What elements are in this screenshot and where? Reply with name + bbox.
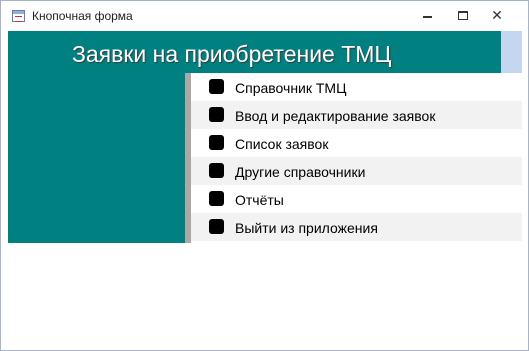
switchboard-form: Заявки на приобретение ТМЦ Справочник ТМ… <box>8 31 522 243</box>
window-title: Кнопочная форма <box>32 9 133 23</box>
menu-item-goods-catalog[interactable]: Справочник ТМЦ <box>191 73 522 101</box>
menu-button-icon[interactable] <box>209 107 224 122</box>
menu-item-label[interactable]: Ввод и редактирование заявок <box>235 108 435 124</box>
menu-item-edit-requests[interactable]: Ввод и редактирование заявок <box>191 101 522 129</box>
form-title: Заявки на приобретение ТМЦ <box>72 41 392 67</box>
form-icon <box>12 10 25 22</box>
menu-item-label[interactable]: Справочник ТМЦ <box>235 80 346 96</box>
close-icon: ✕ <box>491 8 503 24</box>
close-button[interactable]: ✕ <box>485 6 509 26</box>
menu-button-icon[interactable] <box>209 191 224 206</box>
menu-button-icon[interactable] <box>209 79 224 94</box>
menu-item-request-list[interactable]: Список заявок <box>191 129 522 157</box>
menu-item-label[interactable]: Список заявок <box>235 136 328 152</box>
header-side-panel <box>501 31 522 73</box>
menu-item-label[interactable]: Другие справочники <box>235 164 365 180</box>
menu-button-icon[interactable] <box>209 219 224 234</box>
menu-button-icon[interactable] <box>209 135 224 150</box>
minimize-icon <box>423 16 432 18</box>
menu-button-icon[interactable] <box>209 163 224 178</box>
title-bar[interactable]: Кнопочная форма ✕ <box>1 1 528 31</box>
menu-item-label[interactable]: Отчёты <box>235 192 284 208</box>
minimize-button[interactable] <box>416 6 440 26</box>
restore-button[interactable] <box>451 6 475 26</box>
menu-item-label[interactable]: Выйти из приложения <box>235 220 378 236</box>
menu-item-exit-app[interactable]: Выйти из приложения <box>191 213 522 241</box>
left-decor-panel <box>8 73 185 243</box>
switchboard-menu: Справочник ТМЦ Ввод и редактирование зая… <box>191 73 522 243</box>
form-header: Заявки на приобретение ТМЦ <box>8 31 501 73</box>
menu-item-reports[interactable]: Отчёты <box>191 185 522 213</box>
form-window: Кнопочная форма ✕ Заявки на приобретение… <box>0 0 529 351</box>
menu-item-other-catalogs[interactable]: Другие справочники <box>191 157 522 185</box>
restore-icon <box>458 11 468 20</box>
